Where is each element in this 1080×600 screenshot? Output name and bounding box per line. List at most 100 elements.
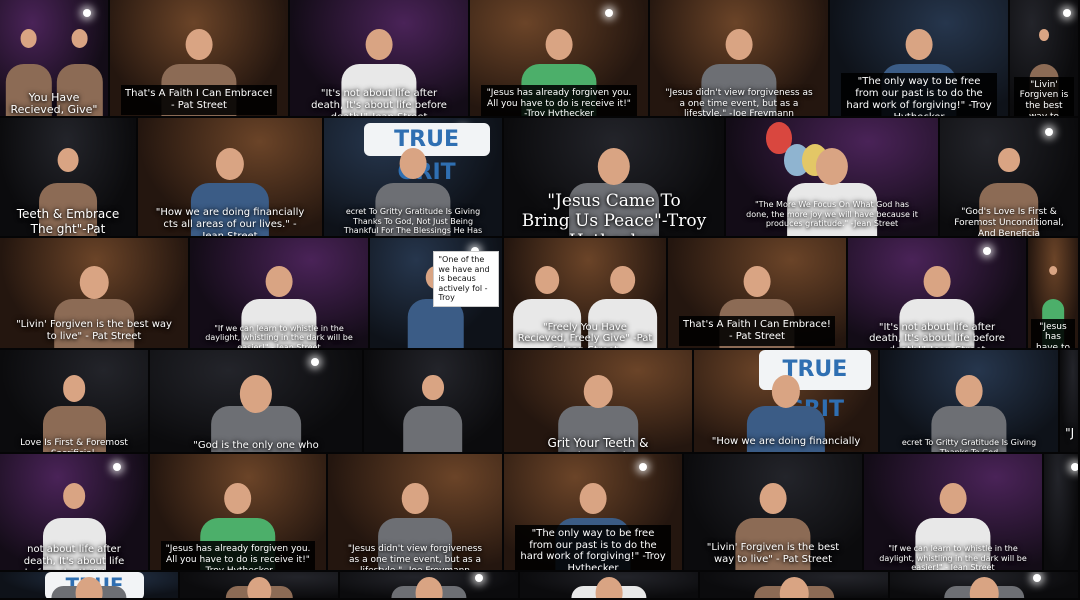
collage-photo xyxy=(340,572,520,600)
collage-photo xyxy=(1044,454,1080,572)
collage-photo: "Jesus has have to do xyxy=(1028,238,1080,350)
collage-photo: That's A Faith I Can Embrace! - Pat Stre… xyxy=(668,238,848,350)
quote-caption: "One of the we have and is becaus active… xyxy=(433,251,500,307)
speaker-head xyxy=(583,375,613,409)
speaker-head xyxy=(579,483,607,515)
speaker-figure xyxy=(571,576,647,598)
collage-photo: "God's Love Is First & Foremost Uncondit… xyxy=(940,118,1080,238)
speaker-head xyxy=(75,577,103,598)
speaker-head xyxy=(401,483,429,514)
speaker-head xyxy=(771,375,801,408)
collage-photo xyxy=(700,572,890,600)
quote-caption: "The More We Focus On What God has done,… xyxy=(746,200,918,229)
speaker-head xyxy=(610,265,636,295)
collage-photo: You Have Recieved, Give" -Pat & Jean Str… xyxy=(0,0,110,118)
speaker-head xyxy=(743,265,771,297)
speaker-head xyxy=(545,29,573,61)
speaker-head xyxy=(759,483,787,515)
collage-photo xyxy=(890,572,1080,600)
collage-photo: "One of the we have and is becaus active… xyxy=(370,238,504,350)
collage-photo: "The only way to be free from our past i… xyxy=(504,454,684,572)
stage-spotlight xyxy=(983,246,991,255)
speaker-head xyxy=(57,147,79,172)
speaker-head xyxy=(71,29,88,49)
speaker-head xyxy=(595,577,623,598)
quote-caption: "Jesus didn't view forgiveness as a one … xyxy=(665,87,813,118)
quote-caption: "Livin' Forgiven is the best way to live… xyxy=(16,319,172,343)
speaker-head xyxy=(923,265,951,297)
speaker-head xyxy=(62,375,86,402)
quote-caption: "If we can learn to whistle in the dayli… xyxy=(879,544,1027,572)
quote-caption: Teeth & Embrace The ght"-Pat Street xyxy=(16,207,120,236)
quote-caption: "If we can learn to whistle in the dayli… xyxy=(205,323,353,350)
speaker-figure xyxy=(225,576,293,598)
quote-caption: "Jesus Came To Bring Us Peace"-Troy Hyth… xyxy=(521,190,707,236)
collage-photo: ecret To Gritty Gratitude Is Giving Than… xyxy=(880,350,1060,454)
collage-photo: That's A Faith I Can Embrace! - Pat Stre… xyxy=(110,0,290,118)
collage-photo: "Livin' Forgiven is the best way to live… xyxy=(684,454,864,572)
collage-photo: "If we can learn to whistle in the dayli… xyxy=(190,238,370,350)
stage-spotlight xyxy=(1032,574,1041,583)
collage-photo: TRUE GRIT"How we are doing financially xyxy=(694,350,880,454)
speaker-head xyxy=(1049,265,1057,275)
speaker-head xyxy=(246,577,272,598)
quote-caption: Love Is First & Foremost Sacrificial, xyxy=(20,438,128,454)
collage-photo: "It's not about life after death, It's a… xyxy=(290,0,470,118)
stage-spotlight xyxy=(310,358,319,367)
collage-photo: "It's not about life after death, It's a… xyxy=(848,238,1028,350)
collage-photo: "Livin' Forgiven is the best way to live… xyxy=(0,238,190,350)
quote-caption: You Have Recieved, Give" -Pat & Jean Str… xyxy=(10,90,98,117)
collage-photo: "The More We Focus On What God has done,… xyxy=(726,118,940,238)
speaker-figure xyxy=(754,576,834,598)
quote-caption: "J xyxy=(1065,425,1075,440)
collage-photo: "God is the only one who xyxy=(150,350,364,454)
collage-photo: "Livin' Forgiven is the best way to live… xyxy=(1010,0,1080,118)
collage-photo: "Jesus didn't view forgiveness as a one … xyxy=(328,454,504,572)
stage-spotlight xyxy=(82,9,91,18)
speaker-head xyxy=(224,483,252,515)
speaker-head xyxy=(939,483,967,515)
collage-photo: TRUE GRIT ecret To Gritty Gratitude Is Gi… xyxy=(324,118,504,238)
collage-photo xyxy=(364,350,504,454)
speaker-head xyxy=(815,147,849,185)
quote-caption: Grit Your Teeth & Embrace The xyxy=(547,436,649,452)
quote-caption: "God's Love Is First & Foremost Uncondit… xyxy=(954,207,1064,238)
quote-caption: "It's not about life after death, It's a… xyxy=(869,321,1005,348)
quote-caption: ecret To Gritty Gratitude Is Giving Than… xyxy=(343,207,483,236)
speaker-head xyxy=(1038,29,1050,42)
speaker-head xyxy=(62,483,86,510)
speaker-figure xyxy=(391,576,467,598)
collage-photo: TRUE GRIT xyxy=(0,572,180,600)
stage-spotlight xyxy=(112,463,121,472)
speaker-figure xyxy=(51,576,127,598)
speaker-head xyxy=(422,375,444,400)
speaker-shirt xyxy=(403,406,463,452)
quote-caption: "Freely You Have Recieved, Freely Give" … xyxy=(517,321,653,348)
speaker-head xyxy=(725,29,753,61)
quote-caption: "How we are doing financially xyxy=(711,436,861,448)
quote-caption: "Jesus has already forgiven you. All you… xyxy=(160,541,316,570)
quote-caption: "It's not about life after death, It's a… xyxy=(311,87,447,118)
quote-caption: "God is the only one who xyxy=(193,440,319,452)
collage-photo: "The only way to be free from our past i… xyxy=(830,0,1010,118)
speaker-head xyxy=(185,29,213,61)
speaker-head xyxy=(998,147,1020,172)
stage-spotlight xyxy=(1045,127,1053,136)
speaker-head xyxy=(905,29,933,61)
speaker-head xyxy=(265,265,293,297)
collage-photo: "Jesus Came To Bring Us Peace"-Troy Hyth… xyxy=(504,118,726,238)
collage-photo: Love Is First & Foremost Sacrificial, xyxy=(0,350,150,454)
collage-photo xyxy=(520,572,700,600)
collage-photo: Grit Your Teeth & Embrace The xyxy=(504,350,694,454)
quote-caption: "Livin' Forgiven is the best way to live… xyxy=(706,541,840,565)
speaker-head xyxy=(399,147,427,179)
quote-caption: "Jesus has have to do xyxy=(1031,318,1075,348)
collage-photo: not about life after death, It's about l… xyxy=(0,454,150,572)
speaker-head xyxy=(215,147,245,180)
stage-background xyxy=(1044,454,1078,570)
speaker-head xyxy=(779,577,809,598)
collage-photo: Teeth & Embrace The ght"-Pat Street xyxy=(0,118,138,238)
collage-photo: "Freely You Have Recieved, Freely Give" … xyxy=(504,238,668,350)
quote-caption: "Livin' Forgiven is the best way to live… xyxy=(1014,76,1074,116)
quote-caption: "Jesus has already forgiven you. All you… xyxy=(480,84,638,116)
